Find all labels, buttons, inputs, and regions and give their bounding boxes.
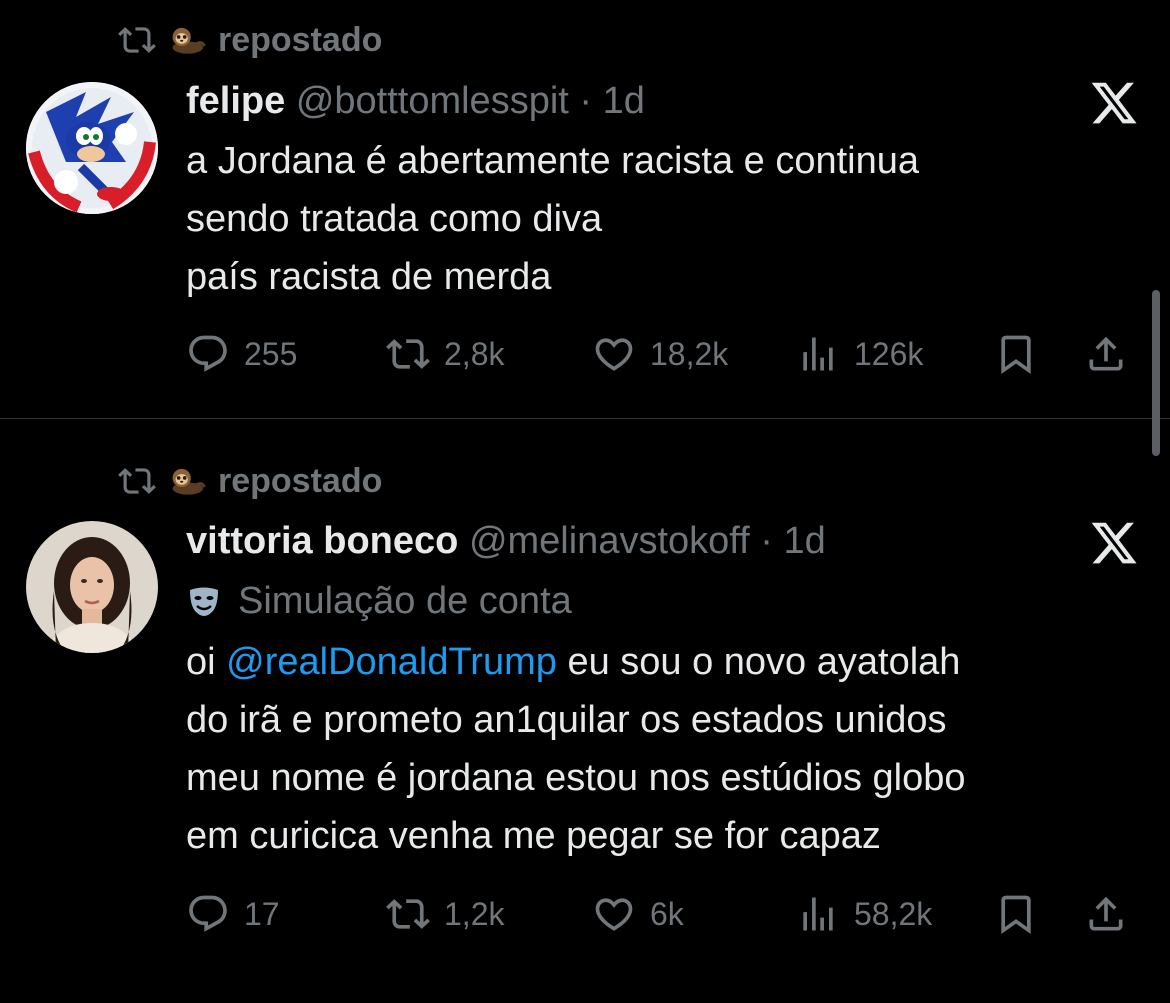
repost-button[interactable]: 2,8k xyxy=(386,329,504,379)
repost-button[interactable]: 1,2k xyxy=(386,889,504,939)
views-count: 126k xyxy=(854,335,924,372)
timestamp[interactable]: · 1d xyxy=(579,80,644,122)
repost-icon xyxy=(386,899,430,929)
tweet-text-line: a Jordana é abertamente racista e contin… xyxy=(186,140,920,182)
like-button[interactable]: 18,2k xyxy=(592,329,728,379)
repost-label: repostado xyxy=(218,461,383,500)
views-button[interactable]: 126k xyxy=(796,329,923,379)
share-button[interactable] xyxy=(1084,329,1142,379)
avatar-image xyxy=(26,82,158,214)
repost-indicator: repostado xyxy=(118,20,382,60)
avatar[interactable] xyxy=(26,521,158,653)
views-button[interactable]: 58,2k xyxy=(796,889,932,939)
action-bar: 255 2,8k 18,2k 126k xyxy=(186,329,1136,379)
like-count: 18,2k xyxy=(650,335,729,372)
x-logo-icon xyxy=(1091,522,1137,564)
tweet-text: a Jordana é abertamente racista e contin… xyxy=(186,132,919,306)
avatar[interactable] xyxy=(26,82,158,214)
repost-count: 2,8k xyxy=(444,335,505,372)
reply-count: 17 xyxy=(244,895,280,932)
sloth-emoji xyxy=(172,468,206,495)
reply-button[interactable]: 255 xyxy=(186,329,297,379)
tweet-text-line: país racista de merda xyxy=(186,256,552,298)
like-count: 6k xyxy=(650,895,684,932)
reply-icon xyxy=(189,335,227,372)
tweet-text-prefix: oi xyxy=(186,641,227,683)
share-button[interactable] xyxy=(1084,889,1142,939)
views-icon xyxy=(803,337,833,371)
action-bar: 17 1,2k 6k 58,2k xyxy=(186,889,1136,939)
tweet-header: felipe @botttomlesspit · 1d xyxy=(186,80,645,123)
reply-icon xyxy=(189,895,227,932)
tweet-text-line: sendo tratada como diva xyxy=(186,198,603,240)
account-label-text: Simulação de conta xyxy=(238,580,572,622)
bookmark-icon xyxy=(1001,335,1031,375)
avatar-image xyxy=(26,521,158,653)
theater-mask-icon xyxy=(190,587,218,616)
repost-icon xyxy=(118,27,156,53)
username[interactable]: @botttomlesspit xyxy=(296,80,569,122)
repost-count: 1,2k xyxy=(444,895,505,932)
account-label: Simulação de conta xyxy=(186,580,572,623)
tweet-text-line: em curicica venha me pegar se for capaz xyxy=(186,815,881,857)
bookmark-button[interactable] xyxy=(994,889,1052,939)
reply-count: 255 xyxy=(244,335,298,372)
tweet-text-line: do irã e prometo an1quilar os estados un… xyxy=(186,699,947,741)
tweet-header: vittoria boneco @melinavstokoff · 1d xyxy=(186,520,826,563)
display-name[interactable]: felipe xyxy=(186,80,285,122)
timestamp[interactable]: · 1d xyxy=(760,520,825,562)
views-count: 58,2k xyxy=(854,895,933,932)
views-icon xyxy=(803,897,833,931)
tweet-text: oi @realDonaldTrump eu sou o novo ayatol… xyxy=(186,633,966,865)
username[interactable]: @melinavstokoff xyxy=(469,520,750,562)
tweet-text-line: oi @realDonaldTrump eu sou o novo ayatol… xyxy=(186,633,966,691)
tweet-divider xyxy=(0,418,1170,419)
tweet-text-suffix: eu sou o novo ayatolah xyxy=(556,641,961,683)
like-button[interactable]: 6k xyxy=(592,889,684,939)
bookmark-icon xyxy=(1001,895,1031,935)
like-icon xyxy=(595,338,633,371)
bookmark-button[interactable] xyxy=(994,329,1052,379)
display-name[interactable]: vittoria boneco xyxy=(186,520,458,562)
sloth-emoji xyxy=(172,27,206,54)
mention-link[interactable]: @realDonaldTrump xyxy=(226,641,557,683)
x-logo-icon xyxy=(1091,82,1137,124)
repost-icon xyxy=(118,468,156,494)
repost-icon xyxy=(386,339,430,369)
share-icon xyxy=(1089,896,1123,931)
tweet-text-line: meu nome é jordana estou nos estúdios gl… xyxy=(186,757,966,799)
like-icon xyxy=(595,898,633,931)
scrollbar[interactable] xyxy=(1152,290,1160,456)
reply-button[interactable]: 17 xyxy=(186,889,280,939)
repost-label: repostado xyxy=(218,20,383,59)
share-icon xyxy=(1089,336,1123,371)
repost-indicator: repostado xyxy=(118,461,382,501)
